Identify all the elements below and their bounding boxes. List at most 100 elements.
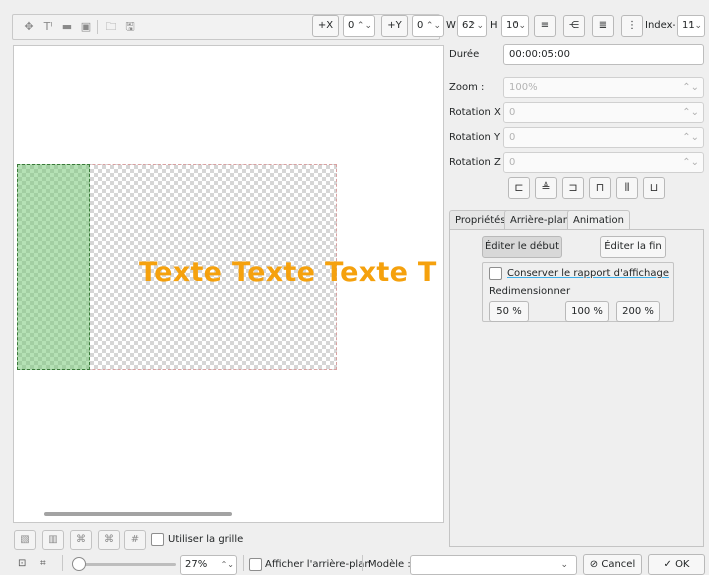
link-icon: ⌘ — [104, 534, 114, 545]
rotation-z-field[interactable]: 0 ⌃⌄ — [503, 152, 704, 173]
horizontal-scrollbar[interactable] — [44, 512, 232, 516]
zoom-spinbox[interactable]: 27% ⌃⌄ — [180, 555, 237, 575]
bottom-tool-2-button[interactable]: ▥ — [42, 530, 64, 550]
spin-arrows-icon[interactable]: ⌃⌄ — [511, 16, 526, 36]
distribute-icon: ≡ — [540, 20, 550, 31]
align-fourth-button[interactable]: ⋮ — [621, 15, 643, 37]
distribute-icon: ⋮ — [627, 20, 637, 31]
duration-field[interactable]: 00:00:05:00 — [503, 44, 704, 65]
duration-value: 00:00:05:00 — [509, 49, 571, 60]
image-icon[interactable]: ▣ — [78, 19, 94, 35]
keep-ratio-checkbox[interactable] — [489, 267, 502, 280]
zoom-percent-value: 27% — [185, 559, 208, 570]
unlink-icon: ⌘ — [76, 534, 86, 545]
x-spinbox[interactable]: 0 ⌃⌄ — [343, 15, 375, 37]
edit-start-button[interactable]: Éditer le début — [482, 236, 562, 258]
align-right-button[interactable]: ⊐ — [562, 177, 584, 199]
align-first-button[interactable]: ≡ — [534, 15, 556, 37]
duration-label: Durée — [449, 49, 480, 60]
resize-label: Redimensionner — [489, 286, 571, 297]
zoom-field[interactable]: 100% ⌃⌄ — [503, 77, 704, 98]
align-left-icon: ⊏ — [514, 181, 524, 194]
check-icon: ✓ — [663, 559, 672, 570]
align-bottom-button[interactable]: ⊔ — [643, 177, 665, 199]
rotation-y-value: 0 — [509, 132, 516, 143]
index-z-label: Index-z — [645, 20, 675, 31]
title-canvas[interactable]: Texte Texte Texte T — [13, 45, 444, 523]
align-right-icon: ⊐ — [568, 181, 578, 194]
bottom-tool-5-button[interactable]: # — [124, 530, 146, 550]
y-spinbox[interactable]: 0 ⌃⌄ — [412, 15, 444, 37]
text-icon[interactable]: Tᴵ — [40, 19, 56, 35]
move-icon[interactable]: ✥ — [21, 19, 37, 35]
distribute-icon: ⋲ — [569, 20, 579, 31]
align-second-button[interactable]: ⋲ — [563, 15, 585, 37]
align-top-button[interactable]: ⊓ — [589, 177, 611, 199]
save-icon[interactable]: 🖫 — [122, 19, 138, 35]
w-label: W — [446, 20, 456, 31]
cancel-button[interactable]: ⊘ Cancel — [583, 554, 642, 575]
rotation-x-field[interactable]: 0 ⌃⌄ — [503, 102, 704, 123]
grid-icon: # — [130, 534, 140, 545]
tab-proprietes[interactable]: Propriétés — [449, 210, 512, 230]
spin-arrows-icon[interactable]: ⌃⌄ — [682, 128, 699, 147]
align-third-button[interactable]: ≣ — [592, 15, 614, 37]
zoom-fit-icon[interactable]: ⊡ — [18, 558, 26, 569]
h-spinbox[interactable]: 10 ⌃⌄ — [501, 15, 529, 37]
model-dropdown[interactable]: ⌄ — [410, 555, 577, 575]
bottom-tool-1-button[interactable]: ▧ — [14, 530, 36, 550]
zoom-value: 100% — [509, 82, 538, 93]
align-hcenter-icon: ≜ — [541, 181, 551, 194]
resize-200-button[interactable]: 200 % — [616, 301, 660, 322]
resize-50-button[interactable]: 50 % — [489, 301, 529, 322]
spin-arrows-icon[interactable]: ⌃⌄ — [682, 153, 699, 172]
align-vcenter-icon: ⫴ — [624, 181, 630, 194]
tab-arriere-plan[interactable]: Arrière-plan — [504, 210, 576, 230]
use-grid-label: Utiliser la grille — [168, 534, 244, 545]
ok-label: OK — [675, 559, 690, 570]
align-top-icon: ⊓ — [595, 181, 605, 194]
tab-animation[interactable]: Animation — [567, 210, 630, 231]
rotation-x-label: Rotation X : — [449, 107, 508, 118]
use-grid-checkbox[interactable] — [151, 533, 164, 546]
rotation-z-label: Rotation Z : — [449, 157, 508, 168]
w-spinbox[interactable]: 62 ⌃⌄ — [457, 15, 487, 37]
spin-arrows-icon[interactable]: ⌃⌄ — [682, 103, 699, 122]
distribute-icon: ≣ — [598, 20, 608, 31]
align-bottom-icon: ⊔ — [649, 181, 659, 194]
plus-x-button[interactable]: +X — [312, 15, 339, 37]
bottom-tool-4-button[interactable]: ⌘ — [98, 530, 120, 550]
edit-end-button[interactable]: Éditer la fin — [600, 236, 666, 258]
index-z-spinbox[interactable]: 11 ⌃⌄ — [677, 15, 705, 37]
spin-arrows-icon[interactable]: ⌃⌄ — [469, 16, 484, 36]
spin-arrows-icon[interactable]: ⌃⌄ — [682, 78, 699, 97]
rect-icon[interactable]: ▬ — [59, 19, 75, 35]
chevron-down-icon[interactable]: ⌄ — [560, 556, 568, 574]
selected-item-frame[interactable] — [17, 164, 90, 370]
spin-arrows-icon[interactable]: ⌃⌄ — [221, 556, 234, 574]
x-value: 0 — [348, 20, 355, 31]
open-icon[interactable]: 🗀 — [103, 19, 119, 35]
rotation-y-field[interactable]: 0 ⌃⌄ — [503, 127, 704, 148]
spin-arrows-icon[interactable]: ⌃⌄ — [357, 16, 372, 36]
spin-arrows-icon[interactable]: ⌃⌄ — [426, 16, 441, 36]
keep-ratio-label[interactable]: Conserver le rapport d'affichage — [507, 268, 669, 279]
tool-toolbar: ✥ Tᴵ ▬ ▣ 🗀 🖫 — [12, 14, 440, 40]
resize-100-button[interactable]: 100 % — [565, 301, 609, 322]
rotation-x-value: 0 — [509, 107, 516, 118]
zoom-slider-track[interactable] — [76, 563, 176, 566]
zoom-original-icon[interactable]: ⌗ — [40, 558, 46, 569]
cancel-label: Cancel — [601, 559, 636, 570]
zoom-label: Zoom : — [449, 82, 485, 93]
show-background-checkbox[interactable] — [249, 558, 262, 571]
bottom-tool-3-button[interactable]: ⌘ — [70, 530, 92, 550]
canvas-text-item[interactable]: Texte Texte Texte T — [139, 257, 437, 288]
ok-button[interactable]: ✓ OK — [648, 554, 705, 575]
zoom-slider-handle[interactable] — [72, 557, 86, 571]
align-hcenter-button[interactable]: ≜ — [535, 177, 557, 199]
plus-y-button[interactable]: +Y — [381, 15, 408, 37]
rotation-z-value: 0 — [509, 157, 516, 168]
spin-arrows-icon[interactable]: ⌃⌄ — [687, 16, 702, 36]
align-left-button[interactable]: ⊏ — [508, 177, 530, 199]
align-vcenter-button[interactable]: ⫴ — [616, 177, 638, 199]
